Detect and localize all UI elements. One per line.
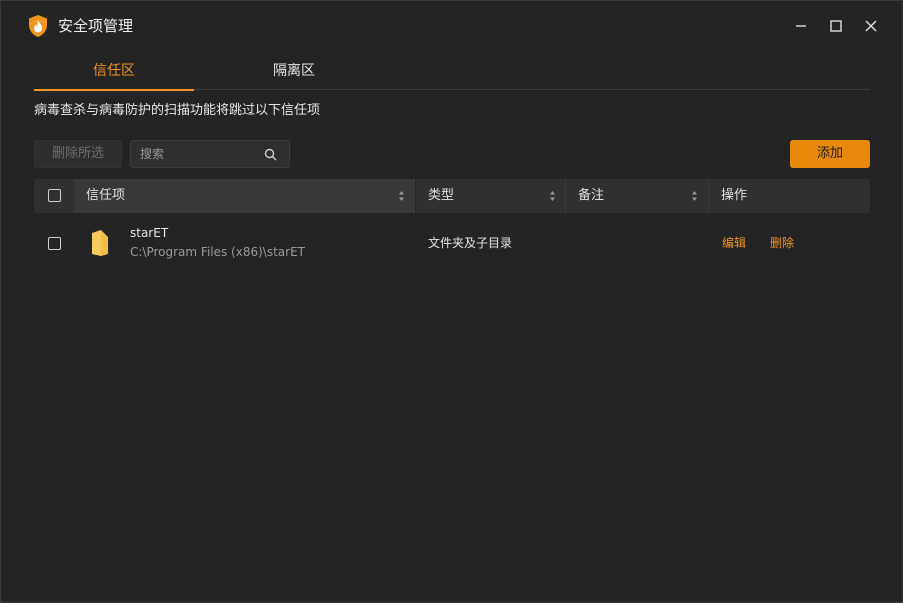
column-header-trust-item[interactable]: 信任项 [74, 179, 416, 213]
sort-icon[interactable] [398, 190, 405, 202]
tab-trust-zone[interactable]: 信任区 [34, 57, 194, 91]
column-header-type[interactable]: 类型 [416, 179, 566, 213]
column-header-label: 备注 [578, 188, 605, 203]
column-header-note[interactable]: 备注 [566, 179, 709, 213]
window-title: 安全项管理 [58, 17, 134, 35]
item-name: starET [130, 226, 169, 240]
security-items-window: 安全项管理 信任区 隔离区 病毒查杀与病毒防护的扫描功能将跳过以下信任项 删除所… [0, 0, 903, 603]
search-box [130, 140, 290, 168]
title-bar: 安全项管理 [1, 1, 902, 51]
minimize-button[interactable] [789, 14, 813, 38]
search-icon[interactable] [264, 148, 277, 161]
minimize-icon [796, 25, 806, 27]
close-button[interactable] [859, 14, 883, 38]
add-button[interactable]: 添加 [790, 140, 870, 168]
column-header-label: 类型 [428, 188, 455, 203]
table-header: 信任项 类型 备注 操作 [34, 179, 870, 213]
maximize-icon [830, 20, 842, 32]
column-header-actions: 操作 [709, 179, 870, 213]
folder-icon [92, 230, 108, 256]
column-header-label: 信任项 [86, 188, 126, 203]
close-icon [865, 20, 877, 32]
delete-selected-button[interactable]: 删除所选 [34, 140, 122, 168]
sort-icon[interactable] [691, 190, 698, 202]
shield-flame-icon [27, 14, 49, 38]
row-checkbox[interactable] [48, 237, 61, 250]
edit-link[interactable]: 编辑 [722, 235, 746, 251]
select-all-checkbox[interactable] [48, 189, 61, 202]
maximize-button[interactable] [824, 14, 848, 38]
search-input[interactable] [131, 141, 261, 167]
tab-bar: 信任区 隔离区 [34, 57, 870, 91]
column-header-label: 操作 [721, 188, 748, 203]
trust-zone-description: 病毒查杀与病毒防护的扫描功能将跳过以下信任项 [34, 103, 321, 118]
delete-link[interactable]: 删除 [770, 235, 794, 251]
item-type: 文件夹及子目录 [428, 236, 513, 250]
item-path: C:\Program Files (x86)\starET [130, 245, 305, 259]
table-row[interactable]: starET C:\Program Files (x86)\starET 文件夹… [34, 214, 870, 271]
sort-icon[interactable] [549, 190, 556, 202]
tab-quarantine-zone[interactable]: 隔离区 [214, 57, 374, 90]
